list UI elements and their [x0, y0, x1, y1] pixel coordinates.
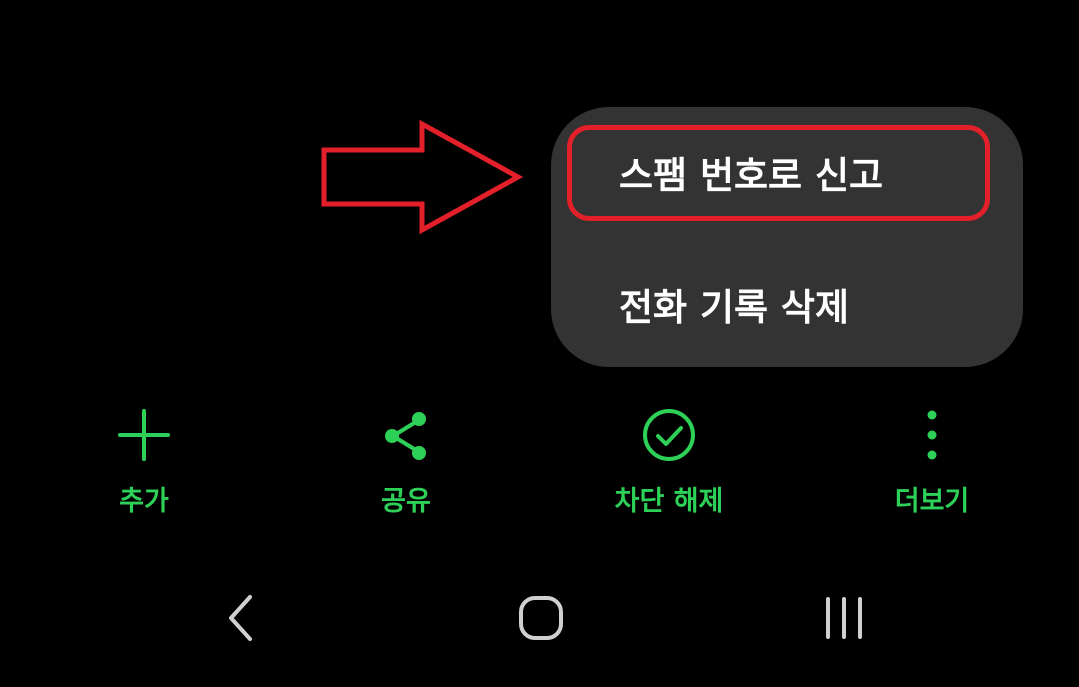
add-button-label: 추가	[119, 486, 169, 517]
more-button-label: 더보기	[894, 486, 970, 517]
nav-back-button[interactable]	[205, 585, 275, 655]
nav-recents-button[interactable]	[809, 585, 879, 655]
more-vertical-icon	[902, 405, 962, 465]
menu-item-delete-call-log-label: 전화 기록 삭제	[619, 286, 850, 329]
share-button-label: 공유	[381, 486, 431, 517]
share-button[interactable]: 공유	[306, 405, 506, 525]
share-icon	[376, 405, 436, 465]
annotation-highlight-box	[567, 125, 990, 221]
plus-icon	[114, 405, 174, 465]
unblock-button[interactable]: 차단 해제	[569, 405, 769, 525]
check-circle-icon	[639, 405, 699, 465]
add-button[interactable]: 추가	[44, 405, 244, 525]
chevron-left-icon	[225, 593, 255, 647]
nav-home-button[interactable]	[506, 585, 576, 655]
home-icon	[517, 594, 565, 646]
recents-icon	[822, 596, 866, 644]
action-bar: 추가 공유 차단 해제 더보기	[0, 405, 1079, 525]
system-nav-bar	[0, 585, 1079, 655]
unblock-button-label: 차단 해제	[614, 486, 724, 517]
more-button[interactable]: 더보기	[832, 405, 1032, 525]
annotation-arrow	[321, 119, 524, 235]
menu-item-delete-call-log[interactable]: 전화 기록 삭제	[569, 261, 987, 347]
